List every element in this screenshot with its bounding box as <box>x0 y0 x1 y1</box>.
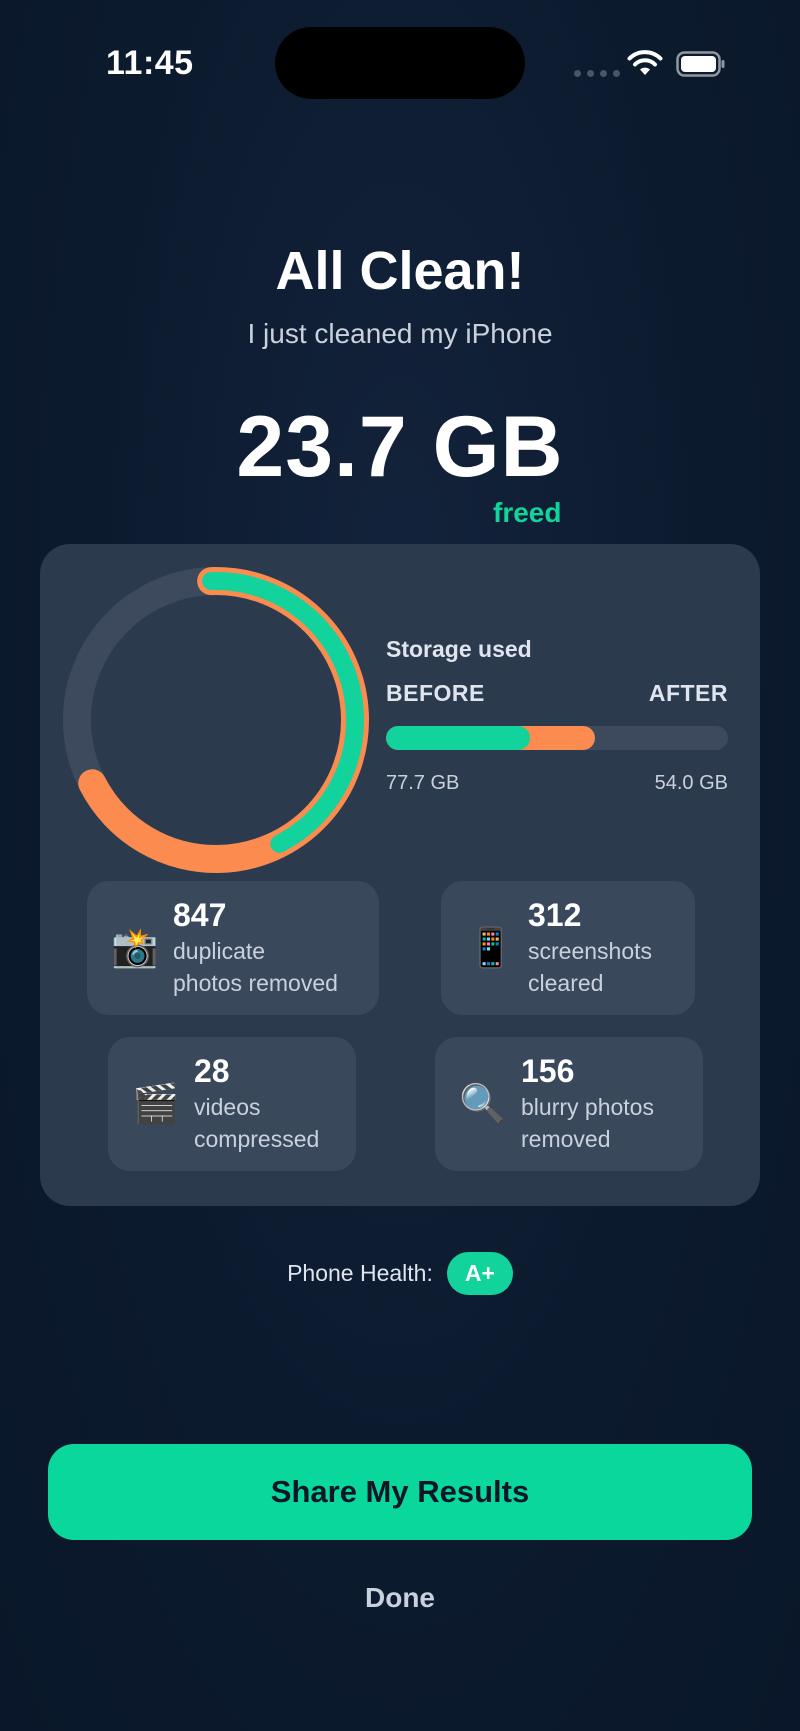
wifi-icon <box>627 50 663 75</box>
storage-title: Storage used <box>386 636 532 662</box>
camera-flash-icon: 📸 <box>111 925 159 970</box>
after-label: AFTER <box>648 680 728 706</box>
stat-count: 156 <box>521 1053 575 1089</box>
page-title: All Clean! <box>275 241 525 301</box>
stat-line2: cleared <box>528 970 604 996</box>
stat-count: 847 <box>173 897 227 933</box>
status-time: 11:45 <box>106 44 194 82</box>
stat-line1: blurry photos <box>521 1094 654 1120</box>
battery-icon <box>676 51 725 77</box>
stat-count: 312 <box>528 897 582 933</box>
stat-screenshots: 📱 312 screenshots cleared <box>441 881 695 1015</box>
stat-line1: screenshots <box>528 938 653 964</box>
storage-bar <box>386 726 728 750</box>
stat-blurry: 🔍 156 blurry photos removed <box>435 1037 703 1171</box>
stat-line2: removed <box>521 1126 611 1152</box>
done-button[interactable]: Done <box>0 1582 800 1614</box>
mobile-phone-icon: 📱 <box>467 925 515 970</box>
stat-line2: compressed <box>194 1126 320 1152</box>
stat-videos: 🎬 28 videos compressed <box>108 1037 356 1171</box>
share-results-button[interactable]: Share My Results <box>48 1444 752 1540</box>
dynamic-island <box>275 27 525 99</box>
stat-line2: photos removed <box>173 970 338 996</box>
stat-line1: videos <box>194 1094 261 1120</box>
freed-amount: 23.7 GB <box>236 399 564 495</box>
before-label: BEFORE <box>386 680 485 706</box>
before-value: 77.7 GB <box>386 772 460 794</box>
stat-duplicates: 📸 847 duplicate photos removed <box>87 881 379 1015</box>
stat-line1: duplicate <box>173 938 266 964</box>
phone-health: Phone Health: A+ <box>0 1252 800 1295</box>
magnifying-glass-icon: 🔍 <box>459 1081 507 1126</box>
after-value: 54.0 GB <box>654 772 728 794</box>
storage-ring-chart <box>62 567 369 873</box>
page-subtitle: I just cleaned my iPhone <box>247 318 553 349</box>
health-grade-badge: A+ <box>446 1252 513 1295</box>
freed-label: freed <box>493 497 562 528</box>
clapper-board-icon: 🎬 <box>132 1081 180 1126</box>
health-label: Phone Health: <box>287 1260 433 1286</box>
cellular-signal-icon <box>574 70 620 77</box>
storage-bar-before <box>386 726 530 750</box>
stat-count: 28 <box>194 1053 230 1089</box>
results-card: Storage used BEFORE AFTER 77.7 GB 54.0 G… <box>40 544 760 1206</box>
